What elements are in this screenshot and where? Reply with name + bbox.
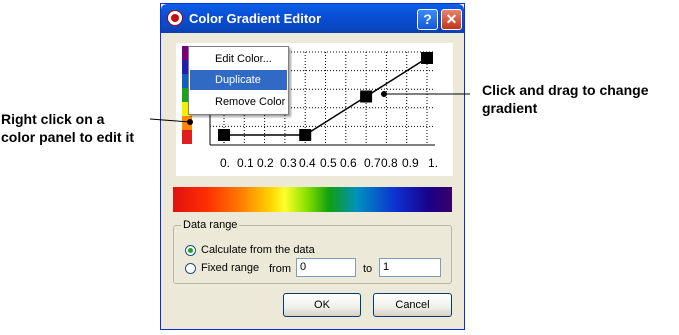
annotation-right: Click and drag to change gradient [482, 82, 649, 116]
menu-item-edit-color[interactable]: Edit Color... [190, 49, 287, 69]
x-tick-label: 0.9 [402, 156, 419, 170]
x-tick-label: 0.3 [280, 156, 297, 170]
fixed-range-radio[interactable] [185, 263, 196, 274]
x-tick-label: 0. [220, 156, 230, 170]
annotation-left: Right click on a color panel to edit it [1, 111, 135, 145]
cancel-button[interactable]: Cancel [373, 293, 452, 317]
from-input[interactable]: 0 [296, 258, 356, 277]
close-button[interactable]: ✕ [441, 9, 462, 30]
x-tick-label: 0.5 [320, 156, 337, 170]
x-tick-label: 0.1 [237, 156, 254, 170]
to-label: to [363, 263, 373, 275]
menu-item-remove-color[interactable]: Remove Color [190, 92, 287, 112]
help-button[interactable]: ? [417, 9, 438, 30]
x-tick-label: 1. [428, 156, 438, 170]
to-input[interactable]: 1 [379, 258, 441, 277]
menu-item-duplicate-color[interactable]: Duplicate Color [190, 70, 287, 106]
x-tick-label: 0.4 [299, 156, 316, 170]
control-point-2[interactable] [360, 90, 373, 103]
window-title: Color Gradient Editor [189, 11, 322, 26]
calculate-radio[interactable] [185, 245, 196, 256]
control-point-0[interactable] [218, 129, 230, 141]
calculate-label[interactable]: Calculate from the data [201, 244, 315, 256]
x-tick-label: 0.6 [340, 156, 357, 170]
title-bar[interactable]: Color Gradient Editor ? ✕ [161, 4, 464, 33]
data-range-label: Data range [181, 219, 240, 231]
x-tick-label: 0.2 [257, 156, 274, 170]
x-tick-label: 0.7 [364, 156, 381, 170]
ok-button[interactable]: OK [283, 293, 361, 317]
context-menu: Edit Color... Duplicate Color Remove Col… [188, 46, 289, 115]
x-tick-label: 0.8 [381, 156, 398, 170]
from-label: from [269, 263, 291, 275]
fixed-range-label[interactable]: Fixed range [201, 262, 259, 274]
control-point-1[interactable] [299, 129, 312, 141]
gradient-preview-bar [173, 187, 452, 212]
app-icon [167, 10, 183, 26]
control-point-3[interactable] [421, 52, 433, 64]
